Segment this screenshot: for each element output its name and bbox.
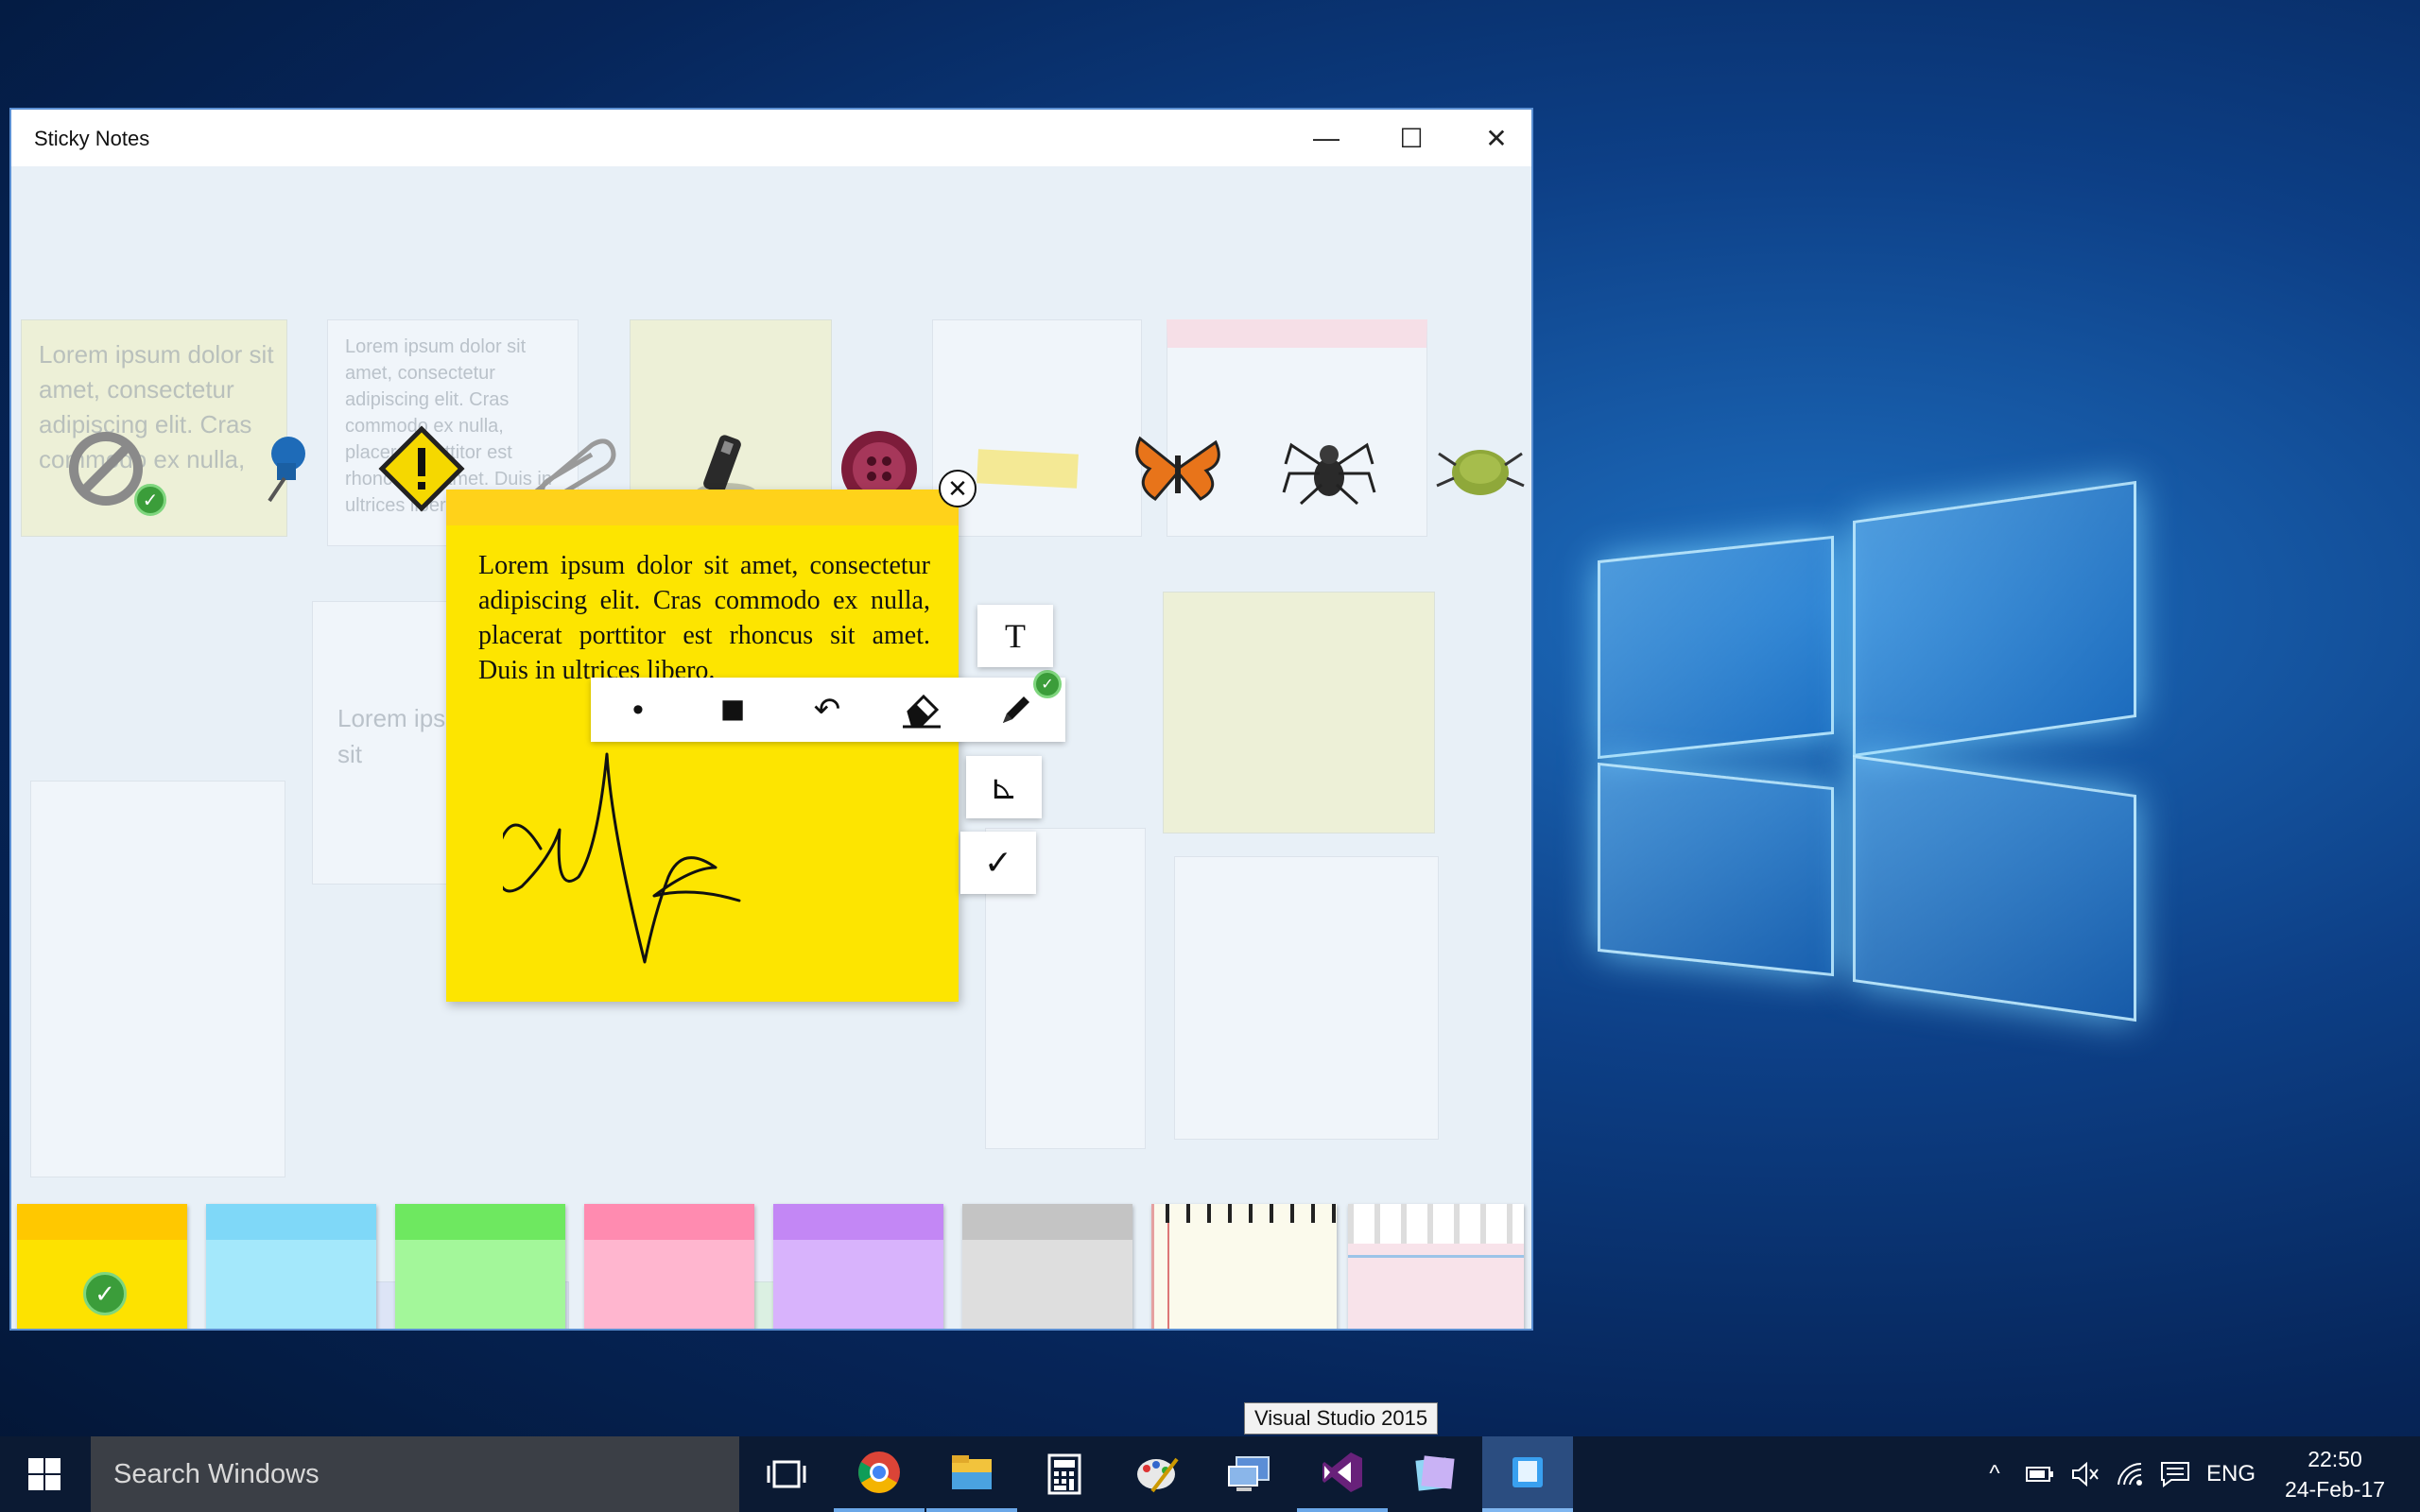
remote-desktop-icon[interactable] — [1204, 1436, 1295, 1512]
windows-start-icon — [28, 1458, 60, 1490]
notebook-swatch-cream[interactable] — [1151, 1204, 1337, 1329]
color-swatch-purple[interactable] — [773, 1204, 943, 1329]
taskbar-search-box[interactable]: Search Windows — [91, 1436, 739, 1512]
pen-size-button[interactable]: • — [591, 678, 685, 742]
butterfly-icon[interactable] — [1131, 421, 1225, 516]
ruler-button[interactable]: ⊾ — [966, 756, 1042, 818]
calculator-icon[interactable] — [1019, 1436, 1110, 1512]
eraser-icon — [903, 694, 941, 729]
bug-icon[interactable] — [1433, 421, 1528, 516]
done-button[interactable]: ✓ — [960, 832, 1036, 894]
clock-date: 24-Feb-17 — [2284, 1477, 2386, 1502]
taskbar-tooltip: Visual Studio 2015 — [1244, 1402, 1439, 1435]
system-clock[interactable]: 22:50 24-Feb-17 — [2269, 1444, 2401, 1504]
active-note[interactable]: Lorem ipsum dolor sit amet, consectetur … — [446, 490, 959, 1002]
ink-signature — [503, 752, 741, 964]
note-header[interactable] — [446, 490, 959, 525]
tape-strip-icon[interactable] — [976, 421, 1080, 516]
background-note — [1174, 856, 1439, 1140]
battery-icon[interactable] — [2019, 1436, 2061, 1512]
start-button[interactable] — [0, 1436, 89, 1512]
selected-badge-icon: ✓ — [1033, 670, 1062, 698]
wifi-icon[interactable] — [2110, 1436, 2152, 1512]
title-bar[interactable]: Sticky Notes — ☐ ✕ — [11, 110, 1531, 166]
spider-icon[interactable] — [1282, 421, 1376, 516]
color-swatch-gray[interactable] — [962, 1204, 1132, 1329]
close-window-button[interactable]: ✕ — [1454, 110, 1531, 166]
minimize-button[interactable]: — — [1284, 110, 1369, 166]
action-center-icon[interactable] — [2153, 1436, 2197, 1512]
window-title: Sticky Notes — [34, 127, 150, 150]
swatch-band — [17, 1204, 187, 1240]
visual-studio-icon[interactable] — [1297, 1436, 1388, 1512]
notebook-swatch-pink[interactable] — [1348, 1204, 1524, 1329]
clock-time: 22:50 — [2308, 1447, 2362, 1471]
text-mode-button[interactable]: T — [977, 605, 1053, 667]
windows-logo-wallpaper — [1531, 472, 2155, 1058]
selected-badge-icon: ✓ — [83, 1272, 127, 1315]
maximize-button[interactable]: ☐ — [1369, 110, 1454, 166]
color-swatch-green[interactable] — [395, 1204, 565, 1329]
undo-button[interactable]: ↶ — [780, 678, 874, 742]
sticky-notes-active-icon[interactable] — [1482, 1436, 1573, 1512]
taskbar: Search Windows ^ ENG 22:50 24-Feb-17 — [0, 1436, 2420, 1512]
show-hidden-icons-chevron[interactable]: ^ — [1976, 1436, 2014, 1512]
sticky-notes-icon[interactable] — [1390, 1436, 1480, 1512]
chrome-icon[interactable] — [834, 1436, 925, 1512]
note-text[interactable]: Lorem ipsum dolor sit amet, consectetur … — [478, 548, 930, 688]
swatch-band — [773, 1204, 943, 1240]
paint-icon[interactable] — [1112, 1436, 1202, 1512]
input-language-indicator[interactable]: ENG — [2203, 1436, 2259, 1512]
swatch-band — [395, 1204, 565, 1240]
search-placeholder: Search Windows — [113, 1459, 320, 1489]
color-swatch-yellow[interactable]: ✓ — [17, 1204, 187, 1329]
file-explorer-icon[interactable] — [926, 1436, 1017, 1512]
pencil-icon — [1003, 696, 1029, 723]
background-note — [1163, 592, 1435, 833]
eraser-button[interactable] — [874, 678, 969, 742]
task-view-icon[interactable] — [741, 1436, 832, 1512]
color-swatch-blue[interactable] — [206, 1204, 376, 1329]
background-note — [30, 781, 285, 1177]
volume-muted-icon[interactable] — [2065, 1436, 2106, 1512]
close-note-button[interactable]: ✕ — [939, 470, 977, 507]
no-attachment-icon[interactable]: ✓ — [59, 421, 166, 516]
swatch-band — [962, 1204, 1132, 1240]
ink-toolbar: • ■ ↶ ✓ — [591, 670, 1065, 742]
swatch-band — [584, 1204, 754, 1240]
pushpin-icon[interactable] — [234, 421, 329, 516]
pen-color-button[interactable]: ■ — [685, 678, 780, 742]
swatch-band — [206, 1204, 376, 1240]
color-swatch-pink[interactable] — [584, 1204, 754, 1329]
selected-badge-icon: ✓ — [134, 484, 166, 516]
pencil-button[interactable]: ✓ — [969, 670, 1063, 742]
